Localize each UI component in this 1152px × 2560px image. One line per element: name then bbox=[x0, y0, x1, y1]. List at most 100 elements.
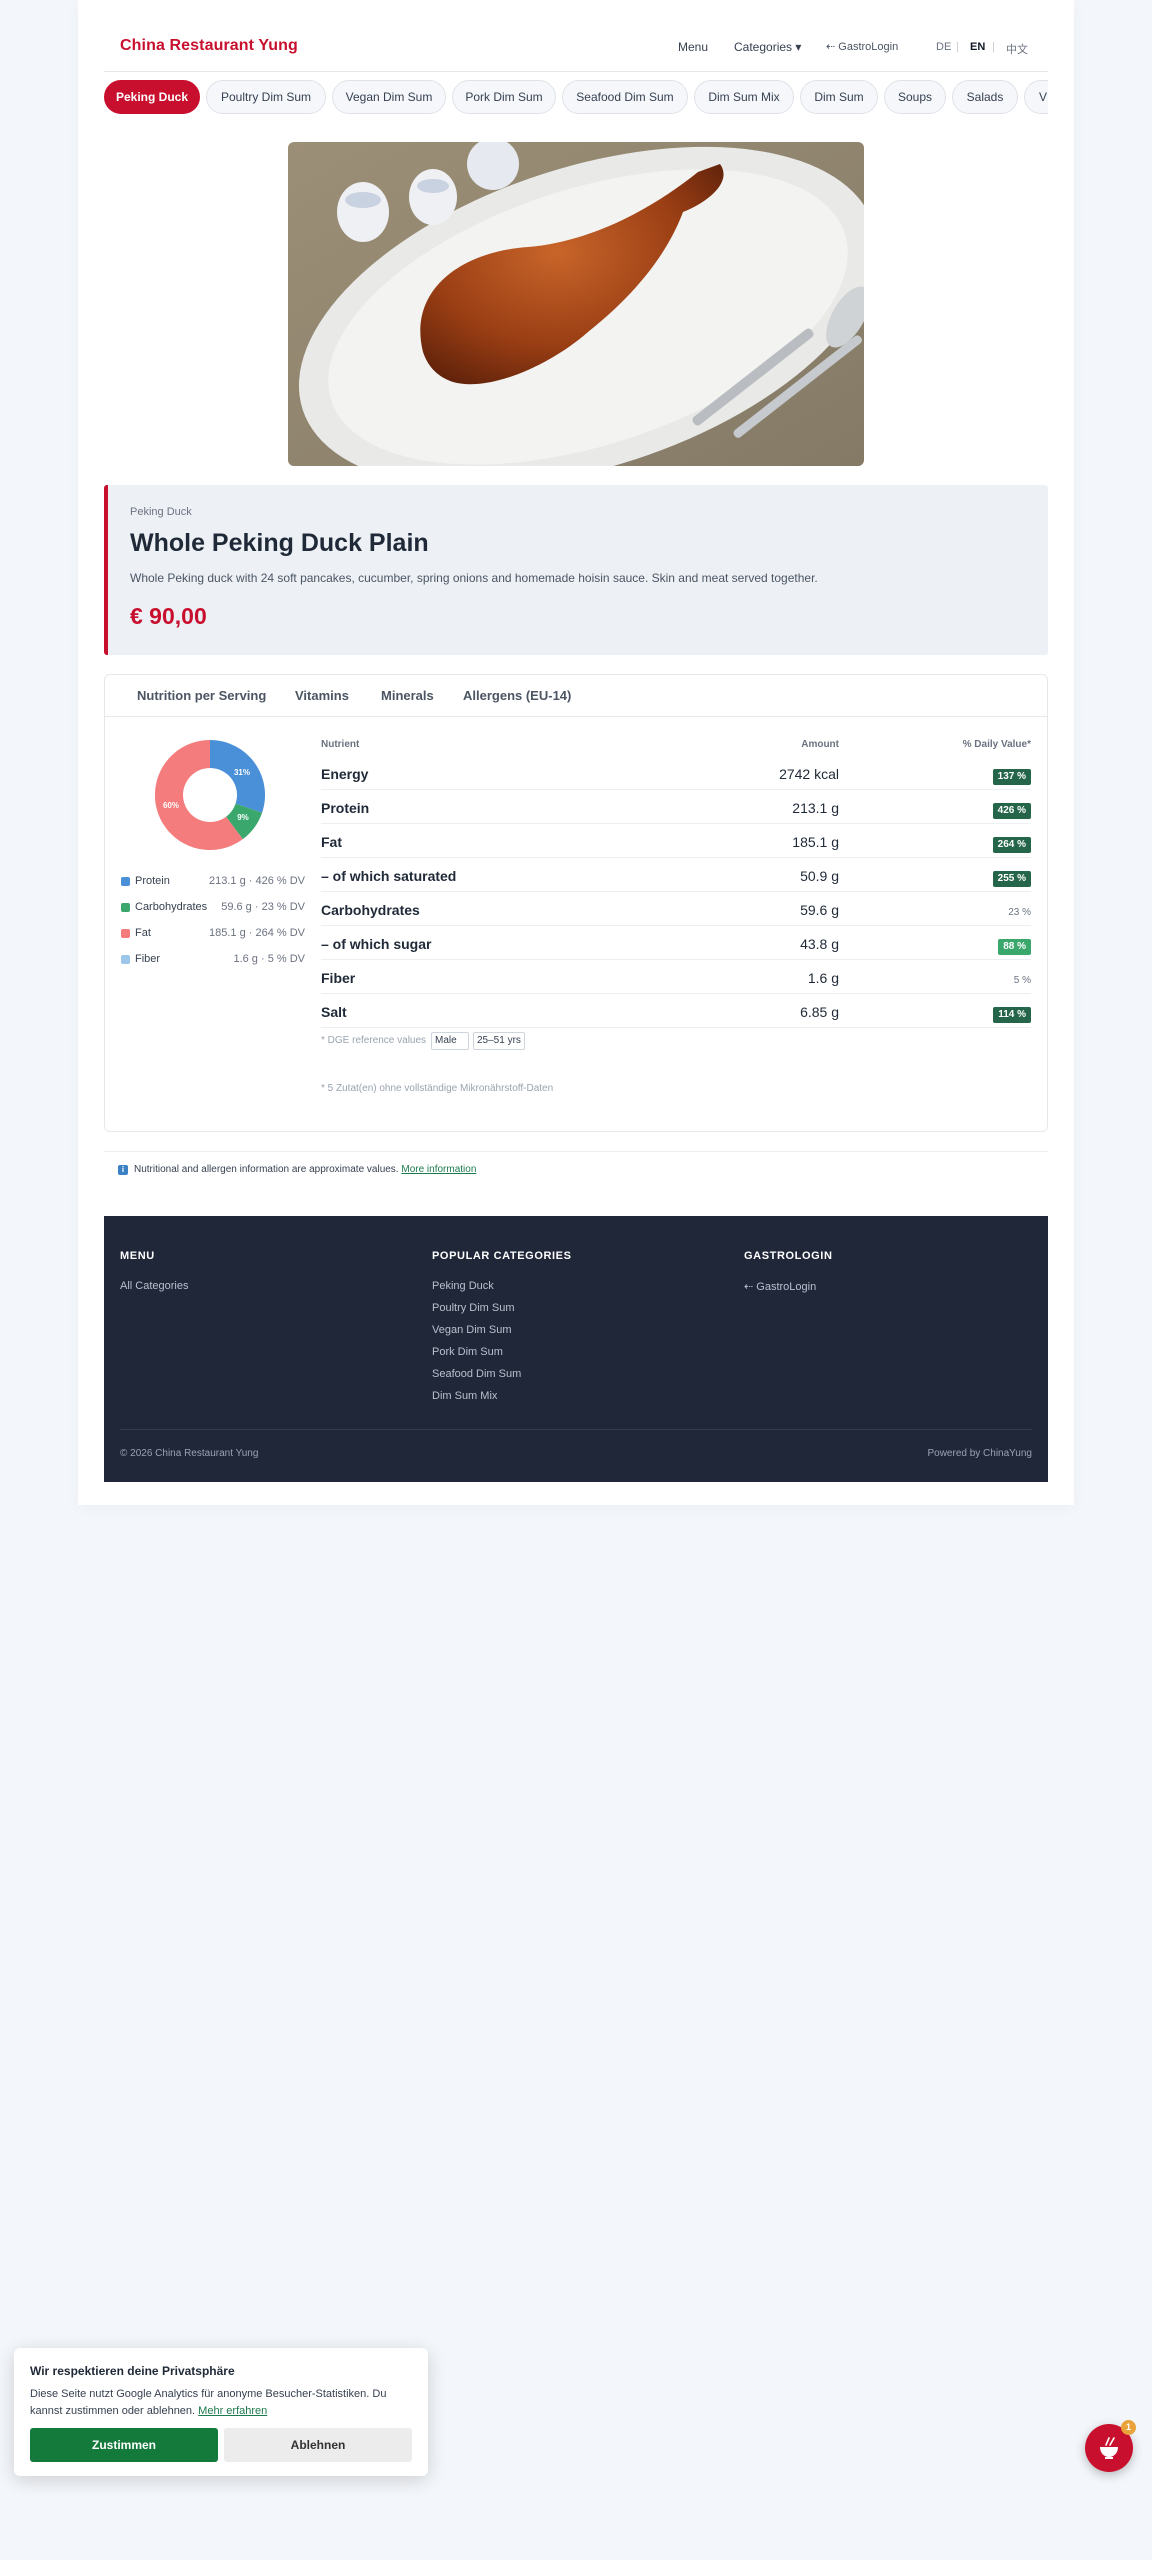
footer-link-pork-dim-sum[interactable]: Pork Dim Sum bbox=[432, 1346, 503, 1358]
legend-value: 1.6 g · 5 % DV bbox=[233, 953, 305, 965]
footer-link-gastrologin[interactable]: ⇠ GastroLogin bbox=[744, 1280, 816, 1293]
table-row: Fiber 1.6 g 5 % bbox=[321, 960, 1031, 994]
nutrient-amount: 6.85 g bbox=[800, 1004, 839, 1020]
category-pill-bar: Peking Duck Poultry Dim Sum Vegan Dim Su… bbox=[104, 80, 1048, 116]
dish-category-label: Peking Duck bbox=[130, 506, 192, 518]
category-pill-vegan-dim-sum[interactable]: Vegan Dim Sum bbox=[332, 80, 446, 114]
category-pill-salads[interactable]: Salads bbox=[952, 80, 1018, 114]
table-row: Salt 6.85 g 114 % bbox=[321, 994, 1031, 1028]
bowl-icon bbox=[1085, 2437, 1133, 2476]
footer-link-all-categories[interactable]: All Categories bbox=[120, 1280, 188, 1292]
legend-label: Fat bbox=[135, 927, 151, 939]
legend-swatch bbox=[121, 903, 130, 912]
daily-value-badge: 114 % bbox=[993, 1007, 1031, 1023]
cookie-accept-button[interactable]: Zustimmen bbox=[30, 2428, 218, 2462]
tab-nutrition[interactable]: Nutrition per Serving bbox=[137, 688, 266, 703]
nav-menu-link[interactable]: Menu bbox=[678, 40, 708, 54]
daily-value-text: 5 % bbox=[1013, 975, 1031, 986]
lang-en-link[interactable]: EN bbox=[970, 41, 985, 53]
footer-link-peking-duck[interactable]: Peking Duck bbox=[432, 1280, 494, 1292]
legend-item-protein: Protein 213.1 g · 426 % DV bbox=[121, 875, 305, 889]
legend-value: 59.6 g · 23 % DV bbox=[221, 901, 305, 913]
cookie-more-link[interactable]: Mehr erfahren bbox=[198, 2405, 267, 2417]
donut-label-fat: 60% bbox=[163, 801, 179, 810]
category-pill-peking-duck[interactable]: Peking Duck bbox=[104, 80, 200, 114]
lang-zh-link[interactable]: 中文 bbox=[1006, 41, 1028, 57]
nutrition-tabs: Nutrition per Serving Vitamins Minerals … bbox=[105, 675, 1047, 717]
category-pill-dim-sum[interactable]: Dim Sum bbox=[800, 80, 878, 114]
nutrient-amount: 1.6 g bbox=[807, 970, 839, 986]
table-row: Fat 185.1 g 264 % bbox=[321, 824, 1031, 858]
footer-menu-title: MENU bbox=[120, 1250, 155, 1262]
footer-link-seafood-dim-sum[interactable]: Seafood Dim Sum bbox=[432, 1368, 521, 1380]
lang-de-link[interactable]: DE bbox=[936, 41, 951, 53]
footer-link-poultry-dim-sum[interactable]: Poultry Dim Sum bbox=[432, 1302, 515, 1314]
legend-swatch bbox=[121, 955, 130, 964]
info-icon: i bbox=[118, 1165, 128, 1175]
nav-gastrologin-link[interactable]: ⇠ GastroLogin bbox=[826, 40, 898, 53]
reference-age-select[interactable]: 25–51 yrs bbox=[473, 1032, 525, 1050]
category-pill-poultry-dim-sum[interactable]: Poultry Dim Sum bbox=[206, 80, 326, 114]
table-row: – of which saturated 50.9 g 255 % bbox=[321, 858, 1031, 892]
cart-count-badge: 1 bbox=[1121, 2420, 1136, 2435]
tab-vitamins[interactable]: Vitamins bbox=[295, 688, 349, 703]
info-disclaimer: Nutritional and allergen information are… bbox=[134, 1164, 476, 1175]
nutrient-name: – of which sugar bbox=[321, 936, 432, 952]
more-information-link[interactable]: More information bbox=[401, 1164, 476, 1175]
daily-value-badge: 264 % bbox=[992, 837, 1031, 853]
footer-popular-title: POPULAR CATEGORIES bbox=[432, 1250, 572, 1262]
nutrient-amount: 185.1 g bbox=[792, 834, 839, 850]
reference-sex-select[interactable]: Male bbox=[431, 1032, 469, 1050]
lang-separator: | bbox=[956, 41, 959, 53]
daily-value-text: 23 % bbox=[1008, 907, 1031, 918]
legend-label: Fiber bbox=[135, 953, 161, 965]
nutrient-amount: 43.8 g bbox=[800, 936, 839, 952]
table-row: – of which sugar 43.8 g 88 % bbox=[321, 926, 1031, 960]
column-header-nutrient: Nutrient bbox=[321, 739, 360, 750]
legend-value: 185.1 g · 264 % DV bbox=[208, 927, 305, 939]
category-pill-dim-sum-mix[interactable]: Dim Sum Mix bbox=[694, 80, 794, 114]
nav-categories-dropdown[interactable]: Categories ▾ bbox=[734, 40, 801, 54]
table-row: Protein 213.1 g 426 % bbox=[321, 790, 1031, 824]
tab-allergens[interactable]: Allergens (EU-14) bbox=[463, 688, 571, 703]
footer-copyright: © 2026 China Restaurant Yung bbox=[120, 1448, 259, 1459]
legend-swatch bbox=[121, 929, 130, 938]
cookie-text-block: Diese Seite nutzt Google Analytics für a… bbox=[30, 2386, 418, 2420]
footer-link-dim-sum-mix[interactable]: Dim Sum Mix bbox=[432, 1390, 497, 1402]
dish-title: Whole Peking Duck Plain bbox=[130, 529, 429, 557]
table-row: Carbohydrates 59.6 g 23 % bbox=[321, 892, 1031, 926]
nutrient-name: Protein bbox=[321, 800, 370, 816]
category-pill-partial[interactable]: V bbox=[1024, 80, 1048, 114]
cookie-decline-button[interactable]: Ablehnen bbox=[224, 2428, 412, 2462]
dish-photo bbox=[288, 142, 864, 466]
page-container: China Restaurant Yung Menu Categories ▾ … bbox=[78, 0, 1074, 1505]
nutrient-amount: 59.6 g bbox=[800, 902, 839, 918]
category-pill-soups[interactable]: Soups bbox=[884, 80, 946, 114]
footer-gastrologin-title: GASTROLOGIN bbox=[744, 1250, 833, 1262]
legend-label: Protein bbox=[135, 875, 170, 887]
info-text: Nutritional and allergen information are… bbox=[134, 1164, 399, 1175]
category-pill-pork-dim-sum[interactable]: Pork Dim Sum bbox=[452, 80, 556, 114]
nutrition-panel: Nutrition per Serving Vitamins Minerals … bbox=[104, 674, 1048, 1132]
footer-powered-by[interactable]: Powered by ChinaYung bbox=[927, 1448, 1032, 1459]
cookie-title: Wir respektieren deine Privatsphäre bbox=[30, 2364, 235, 2378]
footer-link-vegan-dim-sum[interactable]: Vegan Dim Sum bbox=[432, 1324, 511, 1336]
daily-value-badge: 426 % bbox=[992, 803, 1031, 819]
category-pill-seafood-dim-sum[interactable]: Seafood Dim Sum bbox=[562, 80, 688, 114]
legend-label: Carbohydrates bbox=[135, 901, 208, 913]
tab-minerals[interactable]: Minerals bbox=[381, 688, 434, 703]
column-header-amount: Amount bbox=[801, 739, 839, 750]
reference-values-label: * DGE reference values bbox=[321, 1035, 427, 1046]
incomplete-data-note: * 5 Zutat(en) ohne vollständige Mikronäh… bbox=[321, 1083, 554, 1094]
divider bbox=[104, 1151, 1048, 1152]
donut-label-protein: 31% bbox=[234, 768, 250, 777]
legend-swatch bbox=[121, 877, 130, 886]
cookie-consent-banner: Wir respektieren deine Privatsphäre Dies… bbox=[14, 2348, 428, 2476]
restaurant-logo[interactable]: China Restaurant Yung bbox=[120, 37, 298, 55]
nutrient-name: Salt bbox=[321, 1004, 347, 1020]
macro-donut-chart: 31% 9% 60% bbox=[154, 739, 266, 850]
dish-description: Whole Peking duck with 24 soft pancakes,… bbox=[130, 571, 818, 585]
legend-item-fiber: Fiber 1.6 g · 5 % DV bbox=[121, 953, 305, 967]
dish-price: € 90,00 bbox=[130, 603, 207, 629]
lang-separator: | bbox=[992, 41, 995, 53]
